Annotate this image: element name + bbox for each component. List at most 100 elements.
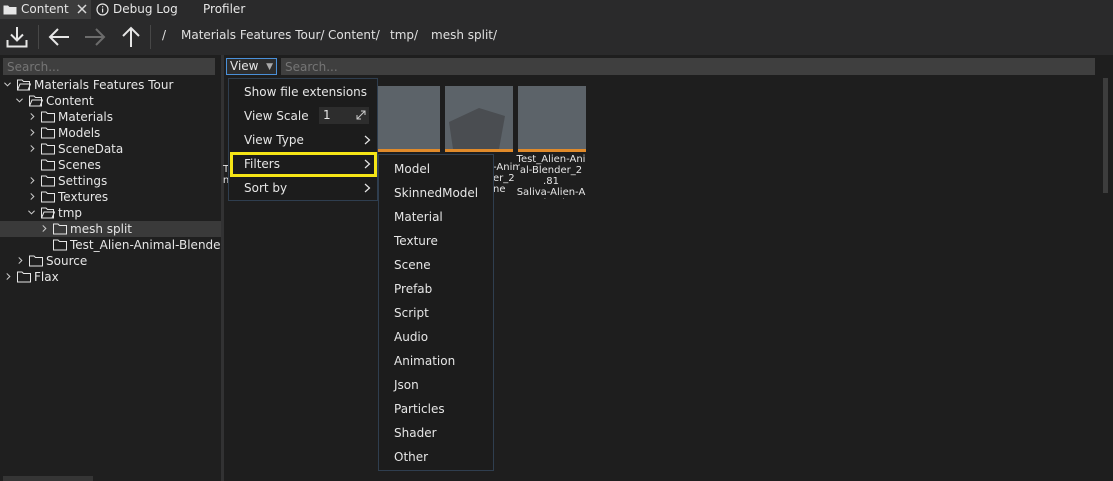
filter-item-scene[interactable]: Scene bbox=[379, 253, 493, 277]
asset-thumbnail[interactable] bbox=[518, 86, 586, 152]
tab-content[interactable]: Content bbox=[0, 0, 91, 19]
filter-item-skinnedmodel[interactable]: SkinnedModel bbox=[379, 181, 493, 205]
filter-item-texture[interactable]: Texture bbox=[379, 229, 493, 253]
tree-item-scenes[interactable]: Scenes bbox=[0, 157, 221, 173]
back-button[interactable] bbox=[45, 23, 73, 51]
up-button[interactable] bbox=[117, 23, 145, 51]
tree-item-mesh-split[interactable]: mesh split bbox=[0, 221, 221, 237]
chevron-right-icon bbox=[364, 135, 371, 145]
breadcrumb-materials-features-tour[interactable]: Materials Features Tour/ bbox=[181, 28, 324, 42]
tree-item-label: mesh split bbox=[70, 222, 132, 236]
filter-item-label: SkinnedModel bbox=[394, 186, 479, 200]
chevron-right-icon[interactable] bbox=[29, 193, 36, 200]
tree-search-input[interactable] bbox=[3, 58, 215, 75]
arrow-right-icon bbox=[85, 28, 106, 46]
tree-item-content[interactable]: Content bbox=[0, 93, 221, 109]
tab-debug-log-label: Debug Log bbox=[113, 2, 178, 16]
filter-item-animation[interactable]: Animation bbox=[379, 349, 493, 373]
chevron-down-icon[interactable] bbox=[16, 97, 23, 104]
forward-button[interactable] bbox=[81, 23, 109, 51]
tree-item-label: Test_Alien-Animal-Blender_2 bbox=[70, 238, 221, 252]
tree-item-materials-features-tour[interactable]: Materials Features Tour bbox=[0, 77, 221, 93]
tab-debug-log[interactable]: Debug Log bbox=[93, 0, 193, 19]
filter-item-other[interactable]: Other bbox=[379, 445, 493, 469]
chevron-right-icon[interactable] bbox=[41, 225, 48, 232]
filter-item-audio[interactable]: Audio bbox=[379, 325, 493, 349]
chevron-right-icon[interactable] bbox=[29, 129, 36, 136]
tree-item-label: Textures bbox=[58, 190, 109, 204]
mesh-preview-icon bbox=[449, 108, 505, 149]
tree-item-models[interactable]: Models bbox=[0, 125, 221, 141]
filter-item-label: Material bbox=[394, 210, 443, 224]
toolbar-separator bbox=[38, 25, 39, 49]
menu-item-label: View Type bbox=[244, 133, 304, 147]
close-icon[interactable] bbox=[77, 4, 87, 14]
tab-profiler[interactable]: Profiler bbox=[198, 0, 258, 19]
chevron-right-icon[interactable] bbox=[5, 273, 12, 280]
asset-label: Test_Alien-Ani al-Blender_2 .81 Saliva-A… bbox=[516, 154, 586, 199]
tree-item-label: Materials bbox=[58, 110, 114, 124]
view-menu: Show file extensions View Scale 1 View T… bbox=[228, 78, 378, 201]
filters-submenu: Model SkinnedModel Material Texture Scen… bbox=[378, 154, 494, 471]
breadcrumb-content[interactable]: Content/ bbox=[328, 28, 380, 42]
import-button[interactable] bbox=[3, 23, 31, 51]
toolbar: / Materials Features Tour/ Content/ tmp/… bbox=[0, 19, 1113, 55]
filter-item-particles[interactable]: Particles bbox=[379, 397, 493, 421]
tree-item-textures[interactable]: Textures bbox=[0, 189, 221, 205]
folder-icon bbox=[41, 127, 55, 139]
filter-item-model[interactable]: Model bbox=[379, 157, 493, 181]
tree-item-label: Scenes bbox=[58, 158, 101, 172]
panel-splitter[interactable] bbox=[221, 55, 224, 481]
tree-item-scenedata[interactable]: SceneData bbox=[0, 141, 221, 157]
tree-horizontal-scrollbar[interactable] bbox=[3, 476, 93, 481]
filter-item-label: Texture bbox=[394, 234, 438, 248]
tree-item-label: Settings bbox=[58, 174, 108, 188]
chevron-down-icon[interactable] bbox=[4, 81, 11, 88]
tab-content-label: Content bbox=[21, 2, 69, 16]
menu-item-label: Show file extensions bbox=[244, 85, 368, 99]
breadcrumb-tmp[interactable]: tmp/ bbox=[390, 28, 418, 42]
filter-item-prefab[interactable]: Prefab bbox=[379, 277, 493, 301]
chevron-right-icon[interactable] bbox=[29, 113, 36, 120]
filter-item-label: Prefab bbox=[394, 282, 433, 296]
tree-item-source[interactable]: Source bbox=[0, 253, 221, 269]
menu-item-show-file-extensions[interactable]: Show file extensions bbox=[229, 80, 377, 104]
tree-item-label: tmp bbox=[58, 206, 83, 220]
folder-icon bbox=[41, 143, 55, 155]
tree-item-materials[interactable]: Materials bbox=[0, 109, 221, 125]
chevron-right-icon[interactable] bbox=[29, 177, 36, 184]
filter-item-shader[interactable]: Shader bbox=[379, 421, 493, 445]
breadcrumb-root[interactable]: / bbox=[162, 28, 166, 42]
filter-item-label: Model bbox=[394, 162, 431, 176]
arrow-left-icon bbox=[48, 28, 69, 46]
breadcrumb-mesh-split[interactable]: mesh split/ bbox=[431, 28, 497, 42]
tree-item-settings[interactable]: Settings bbox=[0, 173, 221, 189]
filter-item-material[interactable]: Material bbox=[379, 205, 493, 229]
chevron-right-icon[interactable] bbox=[17, 257, 24, 264]
folder-icon bbox=[41, 159, 55, 171]
chevron-down-icon[interactable] bbox=[28, 209, 35, 216]
expand-icon[interactable] bbox=[355, 109, 367, 121]
filter-item-script[interactable]: Script bbox=[379, 301, 493, 325]
download-icon bbox=[6, 27, 28, 48]
tree-item-label: SceneData bbox=[58, 142, 124, 156]
tab-profiler-label: Profiler bbox=[203, 2, 246, 16]
view-scale-input[interactable]: 1 bbox=[319, 107, 369, 124]
content-vertical-scrollbar[interactable] bbox=[1103, 78, 1108, 193]
tree-item-tmp[interactable]: tmp bbox=[0, 205, 221, 221]
folder-icon bbox=[53, 239, 67, 251]
tree-item-flax[interactable]: Flax bbox=[0, 269, 221, 285]
menu-item-sort-by[interactable]: Sort by bbox=[229, 176, 377, 200]
filter-item-label: Audio bbox=[394, 330, 429, 344]
menu-item-view-type[interactable]: View Type bbox=[229, 128, 377, 152]
content-search-input[interactable] bbox=[281, 58, 1095, 75]
folder-icon bbox=[3, 5, 17, 15]
view-dropdown-button[interactable]: View ▼ bbox=[226, 58, 277, 75]
tree-item-label: Source bbox=[46, 254, 88, 268]
tree-item-label: Materials Features Tour bbox=[34, 78, 174, 92]
tree-item-test-alien[interactable]: Test_Alien-Animal-Blender_2 bbox=[0, 237, 221, 253]
chevron-right-icon[interactable] bbox=[29, 145, 36, 152]
asset-thumbnail[interactable] bbox=[445, 86, 513, 152]
filter-item-json[interactable]: Json bbox=[379, 373, 493, 397]
asset-thumbnail[interactable] bbox=[372, 86, 440, 152]
